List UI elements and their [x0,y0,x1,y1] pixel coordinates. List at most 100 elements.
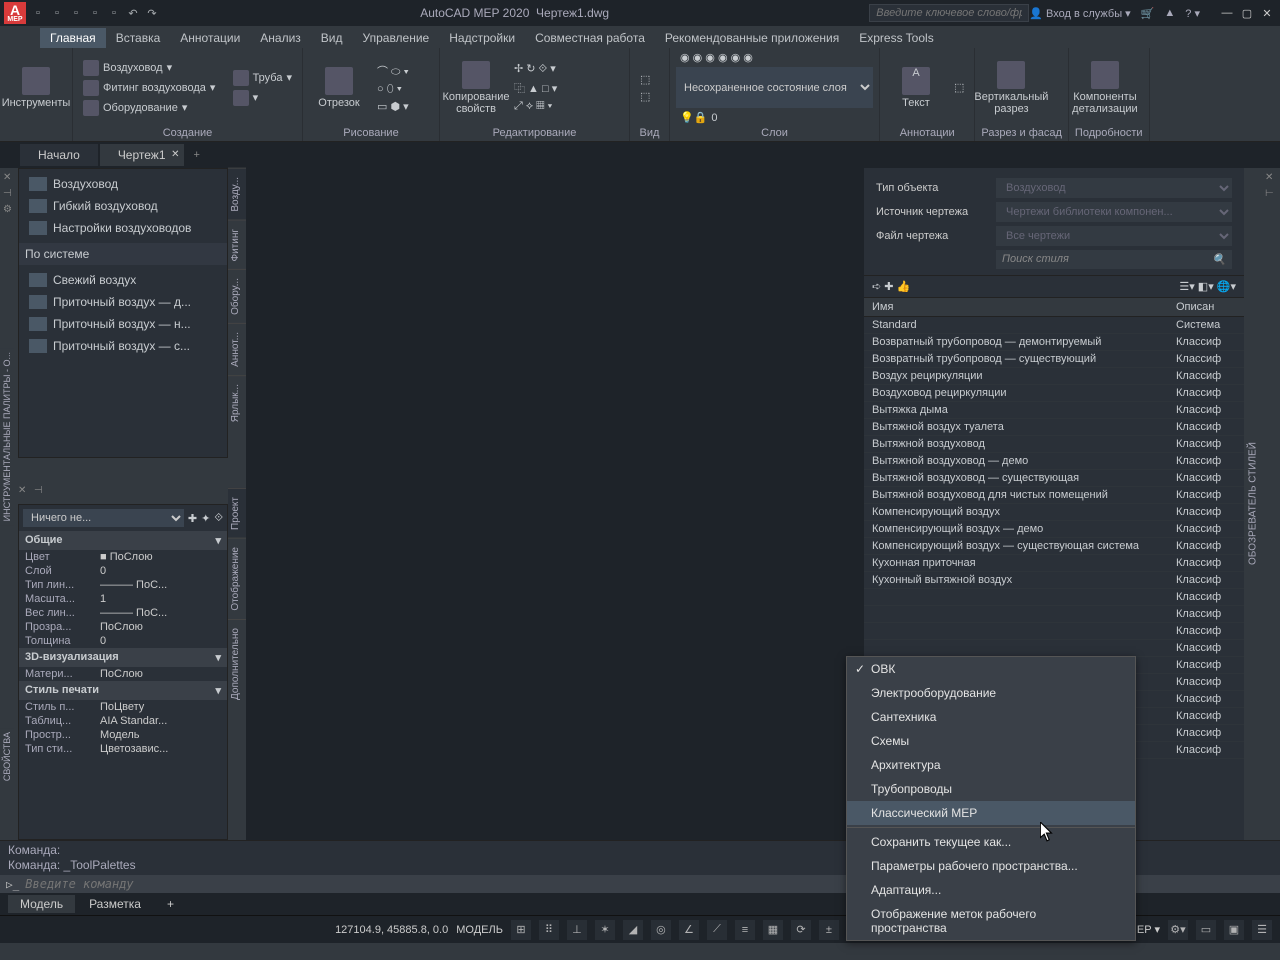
tab-drawing[interactable]: Чертеж1✕ [100,144,184,166]
rp-close-icon[interactable]: ✕ [1265,172,1277,184]
prop-row[interactable]: Вес лин...——— ПоС... [19,606,227,620]
tab-close-icon[interactable]: ✕ [171,149,179,160]
prop-row[interactable]: Стиль п...ПоЦвету [19,700,227,714]
prop-row[interactable]: Простр...Модель [19,728,227,742]
tool-item[interactable]: Настройки воздуховодов [23,217,223,239]
tool-item[interactable]: Гибкий воздуховод [23,195,223,217]
detail-button[interactable]: Компоненты детализации [1075,50,1135,125]
tab-layout[interactable]: Разметка [77,895,153,913]
draw-misc-3[interactable]: ▭ ⬢ ▾ [373,99,433,114]
style-row[interactable]: Вытяжной воздуховод — существующаяКласси… [864,470,1244,487]
rp-globe-icon[interactable]: 🌐▾ [1217,281,1236,293]
edit-row-3[interactable]: ⤢ ⟡ ▦ ▾ [510,99,620,114]
context-menu-item[interactable]: ОВК [847,657,1135,681]
edit-row-1[interactable]: ✢ ↻ ⟐ ▾ [510,61,620,77]
props-vtab[interactable]: Дополнительно [228,619,246,708]
qat-redo-icon[interactable]: ↷ [144,5,160,21]
rp-list-icon[interactable]: ☰▾ [1179,281,1194,293]
props-close-icon[interactable]: ✕ [18,485,30,497]
style-row[interactable]: Кухонная приточнаяКлассиф [864,555,1244,572]
prop-row[interactable]: Тип сти...Цветозавис... [19,742,227,756]
props-pick-icon[interactable]: ✚ [188,512,197,525]
sb-workspace-icon[interactable]: ⚙▾ [1168,920,1188,940]
appstore-icon[interactable]: 🛒 [1141,7,1155,20]
view-toggle[interactable]: ⬚ [636,72,654,87]
style-row[interactable]: StandardСистема [864,317,1244,334]
layer-state-select[interactable]: Несохраненное состояние слоя [676,67,873,108]
context-menu-item[interactable]: Сохранить текущее как... [847,830,1135,854]
context-menu-item[interactable]: Архитектура [847,753,1135,777]
section-button[interactable]: Вертикальный разрез [981,50,1041,125]
style-row[interactable]: Компенсирующий воздухКлассиф [864,504,1244,521]
style-row[interactable]: Вытяжной воздуховодКлассиф [864,436,1244,453]
prop-cat-general[interactable]: Общие▾ [19,531,227,550]
tools-button[interactable]: Инструменты [6,50,66,125]
prop-row[interactable]: Таблиц...AIA Standar... [19,714,227,728]
rp-pin-icon[interactable]: ⊢ [1265,188,1277,200]
context-menu-item[interactable]: Адаптация... [847,878,1135,902]
context-menu-item[interactable]: Классический MEP [847,801,1135,825]
style-row[interactable]: Классиф [864,623,1244,640]
context-menu-item[interactable]: Сантехника [847,705,1135,729]
context-menu-item[interactable]: Отображение меток рабочего пространства [847,902,1135,940]
a360-icon[interactable]: ▲ [1164,7,1175,19]
sb-osnap-icon[interactable]: ◎ [651,920,671,940]
sb-cycle-icon[interactable]: ⟳ [791,920,811,940]
help-search-input[interactable] [869,4,1029,22]
ribbon-tab-3[interactable]: Анализ [250,28,311,48]
pipe-button[interactable]: Труба ▾ [229,69,296,87]
ribbon-tab-6[interactable]: Надстройки [439,28,525,48]
qat-open-icon[interactable]: ▫ [49,5,65,21]
tool-item[interactable]: Приточный воздух — с... [23,335,223,357]
sb-ortho-icon[interactable]: ⊥ [567,920,587,940]
prop-row[interactable]: Толщина0 [19,634,227,648]
props-quick-icon[interactable]: ✦ [201,512,210,525]
signin-link[interactable]: 👤 Вход в службы ▾ [1029,7,1130,20]
rp-fwd-icon[interactable]: ➪ [872,281,881,293]
prop-row[interactable]: Слой0 [19,564,227,578]
rp-search-input[interactable]: Поиск стиля🔍 [996,250,1232,269]
sb-snap-icon[interactable]: ⠿ [539,920,559,940]
annot-misc[interactable]: ⬚ [950,80,968,95]
ribbon-tab-8[interactable]: Рекомендованные приложения [655,28,849,48]
more-create-button[interactable]: ▾ [229,89,296,107]
context-menu-item[interactable]: Параметры рабочего пространства... [847,854,1135,878]
style-row[interactable]: Вытяжной воздуховод для чистых помещений… [864,487,1244,504]
line-button[interactable]: Отрезок [309,50,369,125]
layer-icons-row[interactable]: ◉ ◉ ◉ ◉ ◉ ◉ [676,50,873,65]
app-logo[interactable]: MEP [4,2,26,24]
style-row[interactable]: Возвратный трубопровод — существующийКла… [864,351,1244,368]
props-filter-icon[interactable]: ⟐ [214,512,223,525]
draw-misc-2[interactable]: ○ ⬯ ▾ [373,82,433,97]
palette-vtab[interactable]: Аннот... [228,323,246,375]
edit-row-2[interactable]: ⿻ ▲ □ ▾ [510,79,620,97]
rp-add-icon[interactable]: ✚ [884,281,893,293]
rp-file-select[interactable]: Все чертежи [996,226,1232,246]
layer-current[interactable]: 💡🔒 0 [676,110,873,125]
style-row[interactable]: Вытяжной воздуховод — демоКлассиф [864,453,1244,470]
tool-item[interactable]: Воздуховод [23,173,223,195]
prop-cat-plot[interactable]: Стиль печати▾ [19,681,227,700]
matchprop-button[interactable]: Копирование свойств [446,50,506,125]
sb-iso-icon[interactable]: ◢ [623,920,643,940]
close-icon[interactable]: ✕ [1258,4,1276,22]
ribbon-tab-5[interactable]: Управление [353,28,440,48]
qat-save-icon[interactable]: ▫ [68,5,84,21]
rp-filter-icon[interactable]: ◧▾ [1198,281,1214,293]
sb-angle-icon[interactable]: ∠ [679,920,699,940]
model-badge[interactable]: МОДЕЛЬ [456,924,503,936]
text-button[interactable]: AТекст [886,50,946,125]
tab-model[interactable]: Модель [8,895,75,913]
tab-add-layout[interactable]: + [155,895,186,913]
style-row[interactable]: Компенсирующий воздух — демоКлассиф [864,521,1244,538]
style-row[interactable]: Кухонный вытяжной воздухКлассиф [864,572,1244,589]
rp-apply-icon[interactable]: 👍 [897,281,911,293]
style-row[interactable]: Вытяжка дымаКлассиф [864,402,1244,419]
ribbon-tab-0[interactable]: Главная [40,28,106,48]
ribbon-tab-2[interactable]: Аннотации [170,28,250,48]
col-desc[interactable]: Описан [1176,301,1236,313]
ribbon-tab-9[interactable]: Express Tools [849,28,943,48]
tool-item[interactable]: Приточный воздух — д... [23,291,223,313]
palette-vtab[interactable]: Возду... [228,168,246,220]
props-vtab[interactable]: Проект [228,488,246,538]
